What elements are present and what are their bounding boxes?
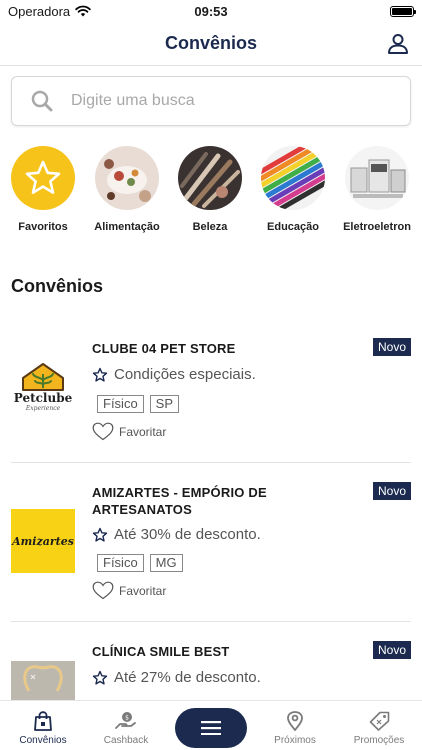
partner-offer: Condições especiais. [92, 366, 256, 383]
profile-icon[interactable] [386, 32, 410, 56]
category-label: Favoritos [18, 221, 68, 233]
favorite-label: Favoritar [119, 424, 167, 439]
colored-pencils-photo [261, 146, 325, 210]
category-beleza[interactable]: Beleza [168, 146, 252, 233]
svg-text:$: $ [125, 715, 129, 722]
new-badge: Novo [372, 641, 411, 659]
tag-type: Físico [97, 395, 144, 413]
category-favoritos[interactable]: Favoritos [1, 146, 85, 233]
tag-icon [369, 711, 390, 731]
page-title: Convênios [164, 33, 257, 53]
partner-name: CLÍNICA SMILE BEST [92, 644, 230, 659]
status-left: Operadora [8, 4, 91, 19]
new-badge: Novo [372, 338, 411, 356]
makeup-brushes-photo [178, 146, 242, 210]
wifi-icon [75, 5, 91, 17]
tag-state: MG [149, 554, 183, 572]
search-box[interactable] [11, 76, 411, 126]
category-alimentacao[interactable]: Alimentação [85, 146, 169, 233]
divider [11, 462, 411, 463]
partner-tags: Físico MG [97, 554, 183, 572]
tab-label: Cashback [103, 735, 149, 746]
offer-text: Até 27% de desconto. [114, 669, 261, 686]
partner-card[interactable]: Amizartes AMIZARTES - EMPÓRIO DE ARTESAN… [0, 480, 422, 620]
food-photo [95, 146, 159, 210]
star-outline-icon [92, 367, 108, 382]
category-eletroeletronicos[interactable]: Eletroeletron [335, 146, 419, 233]
favorite-label: Favoritar [119, 583, 167, 598]
tab-label: Promoções [353, 735, 405, 746]
battery-icon [390, 5, 416, 17]
partner-offer: Até 27% de desconto. [92, 669, 261, 686]
star-icon [25, 160, 61, 194]
tab-bar: Convênios $ Cashback Próximos Promoções [0, 700, 422, 750]
category-label: Educação [267, 221, 319, 233]
partner-logo-subtext: Experience [25, 405, 61, 412]
favorite-button[interactable]: Favoritar [92, 422, 166, 441]
category-label: Eletroeletron [343, 221, 411, 233]
menu-icon [201, 721, 221, 735]
star-outline-icon [92, 527, 108, 542]
offer-text: Até 30% de desconto. [114, 526, 261, 543]
tab-cashback[interactable]: $ Cashback [84, 711, 168, 746]
category-label: Alimentação [94, 221, 160, 233]
category-carousel[interactable]: Favoritos Alimentação Beleza Educação El… [0, 146, 422, 238]
tab-promocoes[interactable]: Promoções [337, 711, 421, 746]
partner-logo: Petclube Experience [11, 358, 75, 418]
section-title: Convênios [11, 276, 104, 296]
partner-card[interactable]: Petclube Experience CLUBE 04 PET STORE N… [0, 336, 422, 462]
partner-offer: Até 30% de desconto. [92, 526, 261, 543]
star-outline-icon [92, 670, 108, 685]
tab-proximos[interactable]: Próximos [253, 711, 337, 746]
menu-button[interactable] [175, 708, 247, 748]
partner-name: CLUBE 04 PET STORE [92, 341, 236, 356]
divider [11, 621, 411, 622]
partner-logo-text: Petclube [13, 391, 73, 405]
heart-icon [92, 581, 114, 600]
category-educacao[interactable]: Educação [251, 146, 335, 233]
tab-convenios[interactable]: Convênios [1, 711, 85, 746]
tag-type: Físico [97, 554, 144, 572]
favorite-button[interactable]: Favoritar [92, 581, 166, 600]
search-input[interactable] [71, 92, 371, 110]
appliances-photo [345, 146, 409, 210]
nav-bar: Convênios [0, 22, 422, 66]
partner-logo: Amizartes [11, 509, 75, 573]
partner-name: AMIZARTES - EMPÓRIO DE ARTESANATOS [92, 485, 267, 517]
partner-logo-text: Amizartes [12, 534, 74, 548]
offer-text: Condições especiais. [114, 366, 256, 383]
partner-logo [11, 661, 75, 700]
category-label: Beleza [192, 221, 228, 233]
new-badge: Novo [372, 482, 411, 500]
tab-label: Próximos [274, 735, 316, 746]
tab-label: Convênios [19, 735, 67, 746]
partner-tags: Físico SP [97, 395, 180, 413]
favorites-circle [11, 146, 75, 210]
heart-icon [92, 422, 114, 441]
location-pin-icon [287, 711, 303, 731]
partner-card[interactable]: CLÍNICA SMILE BEST Novo Até 27% de desco… [0, 639, 422, 700]
shopping-bag-icon [34, 711, 52, 731]
carrier-name: Operadora [8, 3, 71, 19]
tag-state: SP [149, 395, 180, 413]
status-bar: Operadora 09:53 [0, 0, 422, 22]
cashback-hand-icon: $ [115, 712, 136, 729]
search-icon [31, 90, 53, 112]
